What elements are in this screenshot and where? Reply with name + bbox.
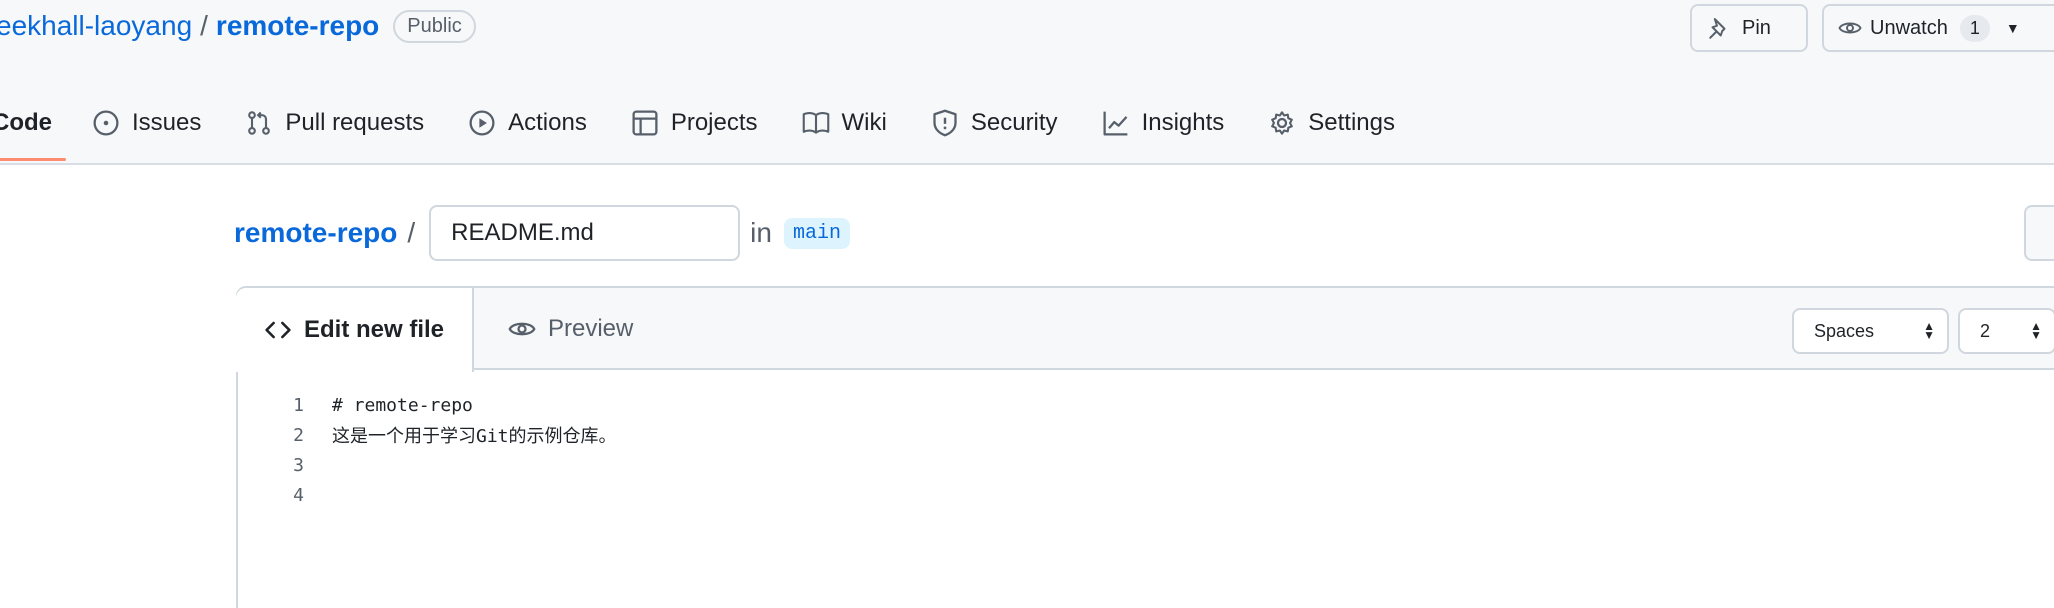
pull-request-icon [248,111,271,135]
line-content: # remote-repo [332,394,473,416]
play-icon [469,110,495,136]
cancel-changes-button[interactable] [2024,205,2054,261]
tab-settings[interactable]: Settings [1268,98,1395,148]
breadcrumb-separator: / [407,217,416,248]
tab-code-label: Code [0,109,52,136]
tab-pull-requests[interactable]: Pull requests [245,98,424,148]
tab-settings-label: Settings [1308,109,1395,136]
pin-label: Pin [1742,16,1771,39]
eye-icon [1838,22,1862,34]
file-editor: Edit new file Preview Spaces ▲▼ 2 ▲▼ 1 [236,286,2054,608]
table-icon [632,110,658,136]
indent-mode-value: Spaces [1814,320,1875,341]
line-number: 3 [293,454,304,476]
preview-tab-label: Preview [548,315,634,342]
branch-name: main [783,217,850,249]
code-line: 3 [238,450,2054,480]
in-label: in [750,217,772,248]
github-page: eekhall-laoyang / remote-repo Public Pin… [0,0,2054,608]
pin-button[interactable]: Pin [1690,4,1808,52]
visibility-badge: Public [393,9,476,43]
tab-actions-label: Actions [508,109,587,136]
tab-insights-label: Insights [1141,109,1225,136]
watch-count: 1 [1959,14,1990,42]
tab-wiki-label: Wiki [841,109,887,136]
file-path-row: remote-repo / in main [234,205,850,261]
unwatch-label: Unwatch [1870,16,1948,39]
tab-actions[interactable]: Actions [468,98,587,148]
indent-size-value: 2 [1980,320,1991,341]
select-arrows-icon: ▲ ▼ [1923,319,1935,342]
filename-input[interactable] [429,205,741,261]
chevron-down-icon: ▼ [2005,20,2020,36]
select-arrows-icon: ▲ ▼ [2030,319,2042,342]
unwatch-button[interactable]: Unwatch 1 ▼ [1822,4,2054,52]
gear-icon [1271,111,1294,135]
issue-icon [93,110,119,136]
tab-pull-requests-label: Pull requests [285,109,425,136]
code-icon [265,321,291,339]
indent-size-select[interactable]: 2 ▲ ▼ [1958,308,2054,354]
graph-icon [1103,111,1127,136]
code-line: 1 # remote-repo [238,390,2054,420]
repo-nav: Code Issues Pull requests Actions Projec… [0,98,1439,164]
repo-name-link[interactable]: remote-repo [216,10,379,42]
code-editor-content[interactable]: 1 # remote-repo 2 这是一个用于学习Git的示例仓库。 3 4 [238,390,2054,510]
line-number: 1 [293,394,304,416]
tab-insights[interactable]: Insights [1102,98,1225,148]
pin-icon [1709,18,1726,39]
code-line: 2 这是一个用于学习Git的示例仓库。 [238,420,2054,450]
eye-icon [508,322,536,336]
tab-code[interactable]: Code [0,98,66,161]
book-icon [802,111,829,134]
repo-owner-link[interactable]: eekhall-laoyang [0,10,192,42]
tab-projects-label: Projects [670,109,758,136]
tab-preview[interactable]: Preview [508,288,633,370]
tab-security[interactable]: Security [931,98,1058,148]
line-content: 这是一个用于学习Git的示例仓库。 [332,426,617,447]
editor-tabs: Edit new file Preview Spaces ▲ ▼ 2 ▲ ▼ [236,288,2054,372]
tab-edit-new-file[interactable]: Edit new file [236,288,474,372]
shield-icon [933,109,957,137]
tab-projects[interactable]: Projects [631,98,758,148]
line-number: 2 [293,424,304,446]
tab-issues-label: Issues [132,109,202,136]
breadcrumb-repo-link[interactable]: remote-repo [234,217,397,249]
line-number: 4 [293,484,304,506]
title-separator: / [200,10,208,41]
tab-issues[interactable]: Issues [92,98,201,148]
repo-actions: Pin Unwatch 1 ▼ [1690,4,2054,52]
tab-security-label: Security [970,109,1058,136]
tab-wiki[interactable]: Wiki [802,98,887,148]
code-line: 4 [238,480,2054,510]
repo-header: eekhall-laoyang / remote-repo Public Pin… [0,0,2054,165]
repo-title: eekhall-laoyang / remote-repo Public [0,4,476,48]
edit-tab-label: Edit new file [304,316,445,343]
indent-mode-select[interactable]: Spaces ▲ ▼ [1792,308,1949,354]
